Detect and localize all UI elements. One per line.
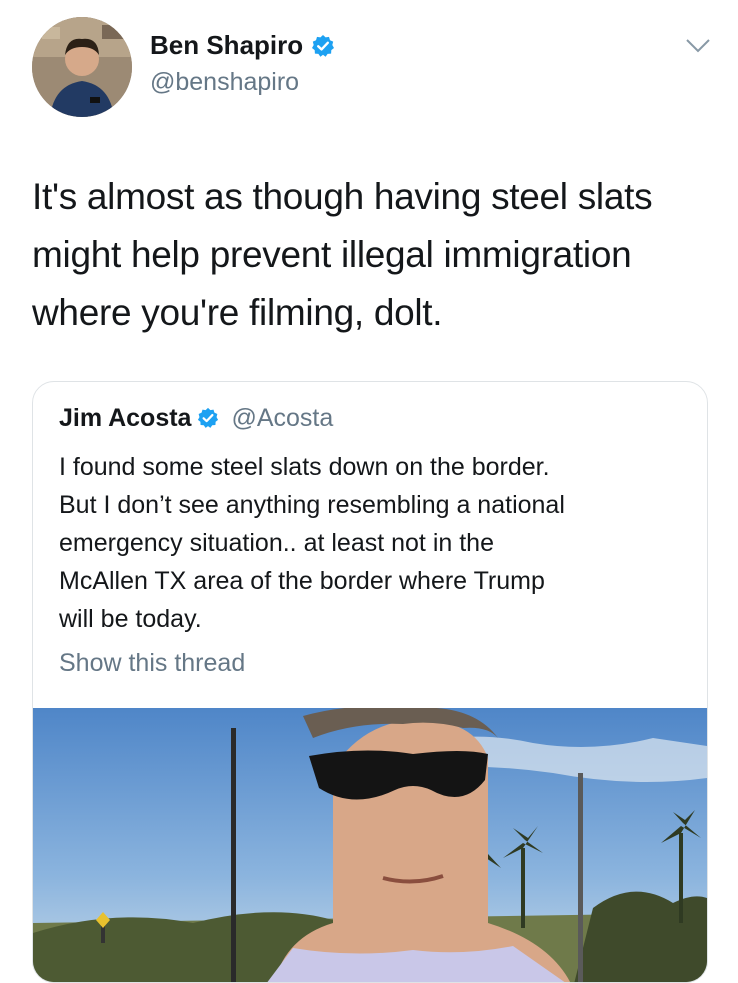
tweet-line: where you're filming, dolt. — [32, 292, 443, 333]
quoted-tweet-header: Jim Acosta @Acosta — [59, 404, 333, 433]
quoted-author-name[interactable]: Jim Acosta — [59, 404, 191, 433]
quoted-line: McAllen TX area of the border where Trum… — [59, 567, 545, 595]
avatar[interactable] — [32, 17, 132, 117]
quoted-tweet-media[interactable] — [33, 708, 707, 982]
chevron-down-icon[interactable] — [684, 36, 712, 56]
quoted-line: will be today. — [59, 605, 202, 633]
verified-badge-icon — [311, 34, 335, 58]
tweet-line: It's almost as though having steel slats — [32, 176, 653, 217]
quoted-author-handle[interactable]: @Acosta — [231, 404, 333, 433]
author-name[interactable]: Ben Shapiro — [150, 30, 335, 61]
quoted-tweet-text: I found some steel slats down on the bor… — [59, 448, 689, 638]
author-handle[interactable]: @benshapiro — [150, 68, 299, 97]
quoted-line: emergency situation.. at least not in th… — [59, 529, 494, 557]
quoted-tweet-card[interactable]: Jim Acosta @Acosta I found some steel sl… — [32, 381, 708, 983]
quoted-line: But I don’t see anything resembling a na… — [59, 491, 565, 519]
tweet-line: might help prevent illegal immigration — [32, 234, 632, 275]
verified-badge-icon — [197, 407, 221, 431]
tweet-text: It's almost as though having steel slats… — [32, 168, 722, 342]
show-thread-link[interactable]: Show this thread — [59, 649, 245, 678]
quoted-line: I found some steel slats down on the bor… — [59, 453, 550, 481]
author-name-text[interactable]: Ben Shapiro — [150, 30, 303, 61]
